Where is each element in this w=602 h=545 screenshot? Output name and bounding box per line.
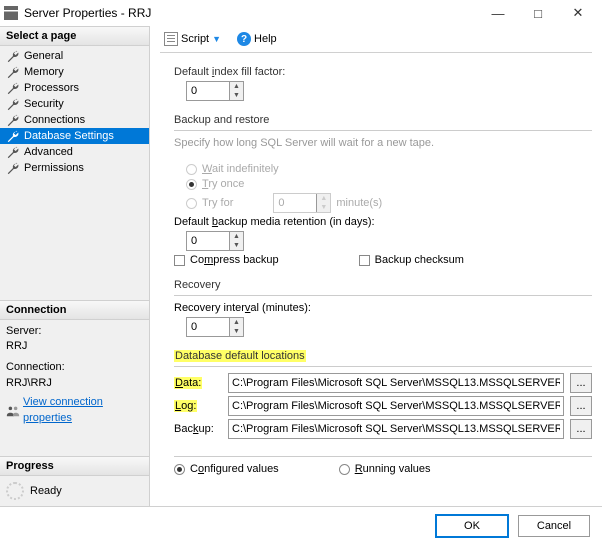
fill-factor-input[interactable] (187, 82, 229, 100)
spin-up-icon[interactable]: ▲ (230, 82, 243, 91)
locations-group-label: Database default locations (174, 350, 592, 362)
nav-security[interactable]: Security (0, 96, 149, 112)
spin-down-icon: ▼ (317, 203, 330, 212)
script-button[interactable]: Script ▼ (160, 30, 225, 48)
sidebar: Select a page General Memory Processors … (0, 26, 150, 506)
try-for-unit: minute(s) (336, 197, 382, 209)
wrench-icon (6, 49, 20, 63)
nav-label: Processors (24, 82, 79, 94)
data-path-label: Data: (174, 377, 222, 389)
people-icon (6, 404, 20, 418)
backup-path-browse-button[interactable]: ... (570, 419, 592, 439)
progress-status: Ready (30, 485, 62, 497)
nav-processors[interactable]: Processors (0, 80, 149, 96)
retention-input[interactable] (187, 232, 229, 250)
wrench-icon (6, 145, 20, 159)
help-button[interactable]: ? Help (233, 30, 281, 48)
data-path-input[interactable] (228, 373, 564, 393)
backup-group-label: Backup and restore (174, 114, 592, 126)
spin-up-icon: ▲ (317, 194, 330, 203)
wrench-icon (6, 65, 20, 79)
configured-values-radio[interactable]: Configured values (174, 463, 279, 475)
nav-advanced[interactable]: Advanced (0, 144, 149, 160)
fill-factor-label: Default index fill factor: (174, 66, 592, 78)
select-page-header: Select a page (0, 26, 149, 46)
recovery-interval-label: Recovery interval (minutes): (174, 302, 592, 314)
view-connection-properties-label: View connection properties (23, 395, 143, 426)
spin-down-icon[interactable]: ▼ (230, 91, 243, 100)
script-icon (164, 32, 178, 46)
connection-info: Server: RRJ Connection: RRJ\RRJ View con… (0, 320, 149, 430)
help-label: Help (254, 33, 277, 45)
data-path-browse-button[interactable]: ... (570, 373, 592, 393)
fill-factor-spinner[interactable]: ▲▼ (186, 81, 244, 101)
nav-connections[interactable]: Connections (0, 112, 149, 128)
nav-permissions[interactable]: Permissions (0, 160, 149, 176)
wrench-icon (6, 161, 20, 175)
backup-checksum-checkbox[interactable]: Backup checksum (359, 254, 464, 266)
recovery-group-label: Recovery (174, 279, 592, 291)
main-panel: Script ▼ ? Help Default index fill facto… (150, 26, 602, 506)
nav-label: Connections (24, 114, 85, 126)
title-bar: Server Properties - RRJ — □ ✕ (0, 0, 602, 26)
progress-spinner-icon (6, 482, 24, 500)
toolbar: Script ▼ ? Help (160, 26, 592, 53)
log-path-browse-button[interactable]: ... (570, 396, 592, 416)
recovery-spinner[interactable]: ▲▼ (186, 317, 244, 337)
wrench-icon (6, 81, 20, 95)
nav-label: Security (24, 98, 64, 110)
nav-label: Advanced (24, 146, 73, 158)
script-label: Script (181, 33, 209, 45)
nav-label: Memory (24, 66, 64, 78)
wait-indefinitely-radio: Wait indefinitely (186, 163, 592, 175)
backup-note: Specify how long SQL Server will wait fo… (174, 137, 592, 149)
retention-spinner[interactable]: ▲▼ (186, 231, 244, 251)
running-values-radio[interactable]: Running values (339, 463, 431, 475)
wrench-icon (6, 129, 20, 143)
log-path-label: Log: (174, 400, 222, 412)
window-title: Server Properties - RRJ (24, 6, 478, 20)
backup-checksum-label: Backup checksum (375, 254, 464, 266)
help-icon: ? (237, 32, 251, 46)
connection-value: RRJ\RRJ (6, 376, 143, 391)
chevron-down-icon: ▼ (212, 34, 221, 44)
try-for-radio: Try for ▲▼ minute(s) (186, 193, 592, 213)
nav-database-settings[interactable]: Database Settings (0, 128, 149, 144)
minimize-button[interactable]: — (478, 0, 518, 26)
backup-path-label: Backup: (174, 423, 222, 435)
retention-label: Default backup media retention (in days)… (174, 216, 592, 228)
nav-label: Database Settings (24, 130, 114, 142)
wrench-icon (6, 113, 20, 127)
app-icon (4, 6, 18, 20)
maximize-button[interactable]: □ (518, 0, 558, 26)
connection-header: Connection (0, 300, 149, 320)
spin-down-icon[interactable]: ▼ (230, 327, 243, 336)
nav-label: General (24, 50, 63, 62)
nav-memory[interactable]: Memory (0, 64, 149, 80)
recovery-input[interactable] (187, 318, 229, 336)
backup-path-input[interactable] (228, 419, 564, 439)
cancel-button[interactable]: Cancel (518, 515, 590, 537)
spin-up-icon[interactable]: ▲ (230, 318, 243, 327)
close-button[interactable]: ✕ (558, 0, 598, 26)
server-value: RRJ (6, 339, 143, 354)
server-label: Server: (6, 324, 143, 339)
wrench-icon (6, 97, 20, 111)
progress-area: Ready (0, 476, 149, 506)
dialog-footer: OK Cancel (0, 506, 602, 545)
progress-header: Progress (0, 456, 149, 476)
view-connection-properties-link[interactable]: View connection properties (6, 395, 143, 426)
compress-backup-checkbox[interactable]: Compress backup (174, 254, 279, 266)
connection-label: Connection: (6, 360, 143, 375)
nav-general[interactable]: General (0, 48, 149, 64)
ok-button[interactable]: OK (436, 515, 508, 537)
spin-down-icon[interactable]: ▼ (230, 241, 243, 250)
spin-up-icon[interactable]: ▲ (230, 232, 243, 241)
try-for-spinner: ▲▼ (273, 193, 331, 213)
try-for-input (274, 194, 316, 212)
log-path-input[interactable] (228, 396, 564, 416)
nav-label: Permissions (24, 162, 84, 174)
try-once-radio: Try once (186, 178, 592, 190)
page-list: General Memory Processors Security Conne… (0, 46, 149, 178)
